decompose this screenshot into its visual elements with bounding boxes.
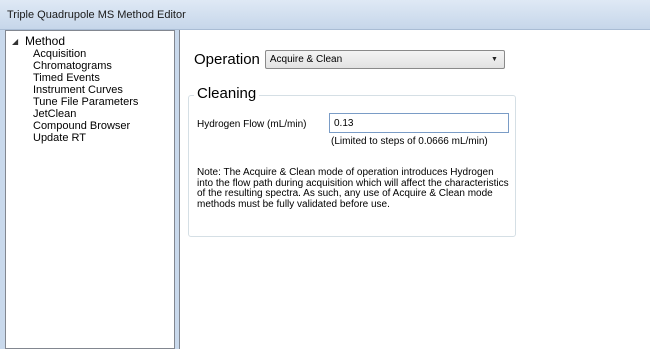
method-tree-panel: ◢ Method Acquisition Chromatograms Timed…: [5, 30, 175, 349]
window-body: ◢ Method Acquisition Chromatograms Timed…: [0, 30, 650, 349]
cleaning-group: Cleaning Hydrogen Flow (mL/min) (Limited…: [188, 85, 516, 237]
tree-item-instrument-curves[interactable]: Instrument Curves: [33, 84, 138, 96]
method-tree-items: Acquisition Chromatograms Timed Events I…: [33, 48, 138, 144]
operation-selected-value: Acquire & Clean: [269, 54, 343, 65]
operation-label: Operation: [194, 51, 260, 68]
tree-item-acquisition[interactable]: Acquisition: [33, 48, 138, 60]
window-title: Triple Quadrupole MS Method Editor: [7, 9, 186, 21]
cleaning-note: Note: The Acquire & Clean mode of operat…: [197, 167, 509, 210]
tree-item-timed-events[interactable]: Timed Events: [33, 72, 138, 84]
hydrogen-flow-hint: (Limited to steps of 0.0666 mL/min): [331, 136, 488, 147]
operation-row: Operation Acquire & Clean ▼: [194, 50, 505, 69]
tree-root-method[interactable]: ◢ Method: [12, 34, 65, 48]
cleaning-group-title: Cleaning: [194, 85, 260, 102]
jetclean-settings-panel: Operation Acquire & Clean ▼ Cleaning Hyd…: [179, 30, 650, 349]
tree-item-tune-file-parameters[interactable]: Tune File Parameters: [33, 96, 138, 108]
tree-root-label: Method: [25, 34, 66, 48]
tree-item-jetclean[interactable]: JetClean: [33, 108, 138, 120]
title-bar: Triple Quadrupole MS Method Editor: [0, 0, 650, 30]
tree-item-chromatograms[interactable]: Chromatograms: [33, 60, 138, 72]
hydrogen-flow-label: Hydrogen Flow (mL/min): [197, 119, 307, 130]
operation-select[interactable]: Acquire & Clean ▼: [264, 50, 505, 69]
expand-toggle-icon[interactable]: ◢: [12, 37, 22, 46]
tree-item-update-rt[interactable]: Update RT: [33, 132, 138, 144]
tree-item-compound-browser[interactable]: Compound Browser: [33, 120, 138, 132]
hydrogen-flow-input[interactable]: [329, 113, 509, 133]
dropdown-arrow-icon[interactable]: ▼: [491, 51, 498, 68]
